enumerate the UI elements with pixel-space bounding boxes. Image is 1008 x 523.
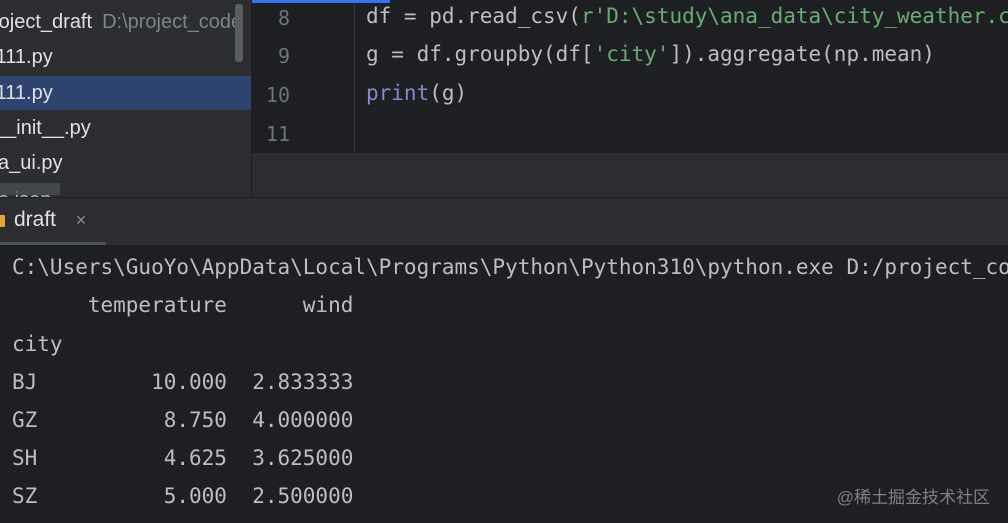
code-token-builtin: print [366, 81, 430, 105]
python-run-icon [0, 215, 5, 227]
project-path: D:\project_code [102, 11, 243, 33]
code-token-plain: g = df.groupby(df[ [366, 42, 594, 66]
run-tab-draft[interactable]: draft × [0, 198, 106, 245]
console-output-line: city [12, 332, 63, 356]
run-tab-label: draft [14, 208, 57, 231]
console-output-line: SZ 5.000 2.500000 [12, 484, 354, 508]
console-output-line: SH 4.625 3.625000 [12, 446, 354, 470]
code-token-plain: ]).aggregate(np.mean) [669, 42, 935, 66]
console-output-line: GZ 8.750 4.000000 [12, 408, 354, 432]
code-line[interactable]: df = pd.read_csv(r'D:\study\ana_data\cit… [366, 4, 1008, 28]
project-panel: roject_draft D:\project_code 1111.py 1111… [0, 0, 252, 197]
code-line[interactable]: print(g) [366, 81, 467, 105]
tree-item-label: __init__.py [0, 117, 91, 139]
tree-item-file[interactable]: __init__.py [0, 111, 251, 145]
code-line[interactable]: g = df.groupby(df['city']).aggregate(np.… [366, 42, 935, 66]
code-token-plain: (g) [429, 81, 468, 105]
active-editor-tab-indicator [252, 0, 390, 3]
console-command-line: C:\Users\GuoYo\AppData\Local\Programs\Py… [12, 255, 1008, 279]
editor-breadcrumb-bar [252, 153, 1008, 197]
run-console[interactable]: C:\Users\GuoYo\AppData\Local\Programs\Py… [0, 245, 1008, 523]
code-editor[interactable]: 8 df = pd.read_csv(r'D:\study\ana_data\c… [252, 4, 1008, 197]
tree-item-label: 1111.py [0, 82, 53, 104]
tree-item-label: a_ui.py [0, 152, 63, 174]
run-toolwindow-header: draft × [0, 197, 1008, 247]
tree-item-file-selected[interactable]: 1111.py [0, 76, 251, 110]
code-token-str: 'city' [593, 42, 670, 66]
console-output-line: BJ 10.000 2.833333 [12, 370, 354, 394]
tree-item-label: 1111.py [0, 46, 53, 68]
console-output-line: temperature wind [12, 293, 354, 317]
code-token-str: r'D:\study\ana_data\city_weather.csv' [580, 4, 1008, 28]
tree-item-file[interactable]: a_ui.py [0, 146, 251, 180]
line-number: 10 [265, 83, 290, 107]
watermark: @稀土掘金技术社区 [836, 488, 990, 507]
project-name: roject_draft [0, 11, 93, 33]
code-token-plain: df = pd.read_csv( [366, 4, 581, 28]
ide-window: roject_draftD:\project_code 1111.py 1111… [0, 0, 1008, 523]
tree-horizontal-scrollbar[interactable] [0, 183, 60, 195]
gutter-divider [354, 4, 355, 153]
project-root-row[interactable]: roject_draft D:\project_code [0, 4, 251, 40]
close-icon[interactable]: × [72, 211, 90, 229]
line-number: 8 [277, 6, 290, 30]
line-number: 11 [265, 122, 290, 146]
line-number: 9 [277, 44, 290, 68]
tree-item-file[interactable]: 1111.py [0, 40, 251, 74]
